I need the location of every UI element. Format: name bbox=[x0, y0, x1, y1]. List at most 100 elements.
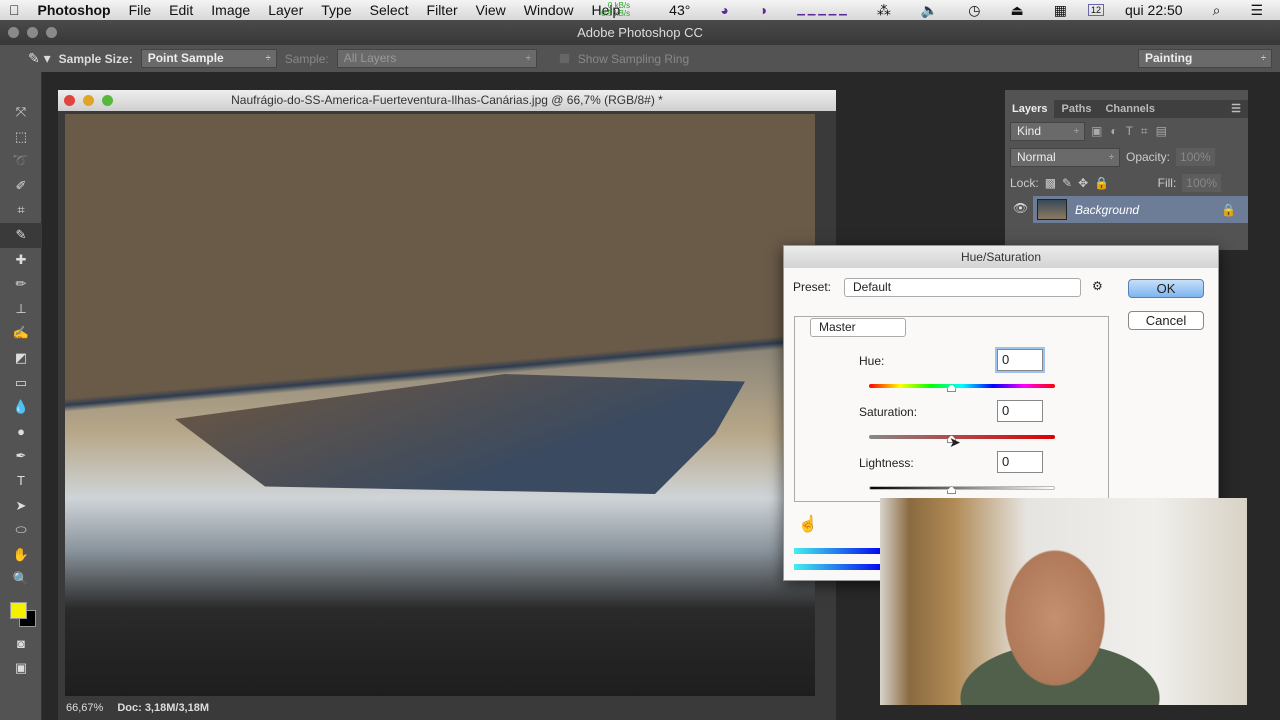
eyedropper-tool-icon[interactable]: ✎ bbox=[0, 222, 42, 248]
visibility-eye-icon[interactable]: 👁 bbox=[1013, 201, 1028, 215]
layer-filter-select[interactable]: Kind bbox=[1010, 121, 1085, 141]
zoom-level[interactable]: 66,67% bbox=[66, 696, 103, 720]
temperature: 43° bbox=[669, 2, 691, 18]
stamp-tool-icon[interactable]: ⊥ bbox=[0, 297, 42, 322]
sample-label: Sample: bbox=[284, 51, 329, 66]
app-title: Adobe Photoshop CC bbox=[577, 25, 703, 40]
document-title: Naufrágio-do-SS-America-Fuerteventura-Il… bbox=[231, 93, 663, 107]
volume-icon[interactable]: 🔈 bbox=[912, 2, 947, 19]
move-tool-icon[interactable]: ⤧ bbox=[0, 100, 42, 125]
dialog-title: Hue/Saturation bbox=[784, 246, 1218, 268]
layer-row-background[interactable]: Background 🔒 bbox=[1033, 196, 1248, 223]
preset-options-gear-icon[interactable]: ⚙ bbox=[1092, 279, 1103, 293]
eraser-tool-icon[interactable]: ◩ bbox=[0, 346, 42, 371]
lock-icons[interactable]: ▩✎✥🔒 bbox=[1045, 176, 1115, 190]
menu-filter[interactable]: Filter bbox=[418, 2, 467, 18]
type-tool-icon[interactable]: T bbox=[0, 469, 42, 494]
preset-label: Preset: bbox=[793, 280, 832, 294]
marquee-tool-icon[interactable]: ⬚ bbox=[0, 125, 42, 150]
path-select-tool-icon[interactable]: ➤ bbox=[0, 494, 42, 519]
document-zoom-button[interactable] bbox=[102, 95, 113, 106]
menu-edit[interactable]: Edit bbox=[160, 2, 202, 18]
eject-icon[interactable]: ⏏ bbox=[1002, 2, 1033, 19]
on-image-adjust-hand-icon[interactable]: ☝ bbox=[798, 514, 818, 534]
blend-mode-select[interactable]: Normal bbox=[1010, 147, 1120, 167]
eyedropper-tool-preset-icon[interactable]: ✎ ▾ bbox=[28, 50, 51, 67]
history-brush-tool-icon[interactable]: ✍ bbox=[0, 321, 42, 346]
blur-tool-icon[interactable]: 💧 bbox=[0, 395, 42, 420]
lightness-input[interactable]: 0 bbox=[997, 451, 1043, 473]
menu-file[interactable]: File bbox=[120, 2, 161, 18]
menu-window[interactable]: Window bbox=[515, 2, 583, 18]
lightness-slider-track[interactable] bbox=[869, 486, 1055, 490]
workspace-select[interactable]: Painting bbox=[1138, 49, 1272, 68]
menu-photoshop[interactable]: Photoshop bbox=[29, 2, 120, 18]
bluetooth-icon[interactable]: ⁂ bbox=[868, 2, 900, 19]
calendar-icon[interactable]: 12 bbox=[1087, 4, 1104, 16]
apple-menu[interactable]:  bbox=[0, 2, 29, 18]
hue-input[interactable]: 0 bbox=[997, 349, 1043, 371]
time-machine-icon[interactable]: ◷ bbox=[959, 2, 989, 19]
menu-view[interactable]: View bbox=[467, 2, 515, 18]
panel-menu-icon[interactable]: ☰ bbox=[1224, 100, 1248, 118]
tab-channels[interactable]: Channels bbox=[1098, 100, 1162, 118]
screen-mode-icon[interactable]: ▣ bbox=[0, 656, 42, 681]
pen-tool-icon[interactable]: ✒ bbox=[0, 444, 42, 469]
hand-tool-icon[interactable]: ✋ bbox=[0, 543, 42, 568]
net-down: 0.5 kB/s bbox=[601, 9, 631, 18]
lasso-tool-icon[interactable]: ➰ bbox=[0, 149, 42, 174]
preset-select[interactable]: Default bbox=[844, 278, 1081, 297]
lock-label: Lock: bbox=[1010, 176, 1039, 190]
opacity-field[interactable]: 100% bbox=[1176, 148, 1215, 166]
quick-select-tool-icon[interactable]: ✐ bbox=[0, 174, 42, 199]
sample-select[interactable]: All Layers bbox=[336, 49, 537, 68]
app-title-bar: Adobe Photoshop CC bbox=[0, 20, 1280, 45]
saturation-input[interactable]: 0 bbox=[997, 400, 1043, 422]
ok-button[interactable]: OK bbox=[1128, 279, 1204, 298]
doc-size[interactable]: Doc: 3,18M/3,18M bbox=[117, 696, 209, 720]
tools-panel: ⤧ ⬚ ➰ ✐ ⌗ ✎ ✚ ✏ ⊥ ✍ ◩ ▭ 💧 ● ✒ T ➤ ⬭ ✋ 🔍 … bbox=[0, 72, 42, 720]
crop-tool-icon[interactable]: ⌗ bbox=[0, 198, 42, 223]
menu-layer[interactable]: Layer bbox=[259, 2, 312, 18]
tab-layers[interactable]: Layers bbox=[1005, 100, 1055, 118]
fill-field[interactable]: 100% bbox=[1182, 174, 1221, 192]
foreground-color-swatch[interactable] bbox=[10, 601, 27, 619]
healing-tool-icon[interactable]: ✚ bbox=[0, 248, 42, 273]
menu-select[interactable]: Select bbox=[361, 2, 418, 18]
sampling-ring-checkbox[interactable] bbox=[558, 53, 570, 64]
input-source-flag-icon[interactable]: ▦ bbox=[1045, 2, 1076, 19]
gradient-tool-icon[interactable]: ▭ bbox=[0, 371, 42, 396]
document-close-button[interactable] bbox=[64, 95, 75, 106]
close-button[interactable] bbox=[8, 27, 19, 38]
sample-size-label: Sample Size: bbox=[58, 51, 133, 66]
zoom-button[interactable] bbox=[46, 27, 57, 38]
channel-select[interactable]: Master bbox=[810, 318, 906, 337]
brush-tool-icon[interactable]: ✏ bbox=[0, 272, 42, 297]
sample-size-select[interactable]: Point Sample bbox=[140, 49, 277, 68]
menu-image[interactable]: Image bbox=[202, 2, 259, 18]
document-title-bar: Naufrágio-do-SS-America-Fuerteventura-Il… bbox=[58, 90, 836, 111]
color-bar-bottom bbox=[794, 564, 884, 570]
hue-slider-track[interactable] bbox=[869, 384, 1055, 388]
sampling-ring-label: Show Sampling Ring bbox=[577, 51, 690, 66]
quick-mask-icon[interactable]: ◙ bbox=[0, 632, 42, 657]
document-status-bar: 66,67% Doc: 3,18M/3,18M bbox=[58, 696, 836, 720]
notification-center-icon[interactable]: ☰ bbox=[1241, 2, 1272, 19]
options-bar: ✎ ▾ Sample Size: Point Sample Sample: Al… bbox=[0, 45, 1280, 72]
dodge-tool-icon[interactable]: ● bbox=[0, 420, 42, 445]
fill-label: Fill: bbox=[1157, 176, 1177, 190]
shipwreck-image bbox=[175, 374, 745, 494]
minimize-button[interactable] bbox=[27, 27, 38, 38]
tab-paths[interactable]: Paths bbox=[1054, 100, 1098, 118]
clock[interactable]: qui 22:50 bbox=[1116, 2, 1192, 18]
document-canvas[interactable] bbox=[65, 114, 815, 696]
document-minimize-button[interactable] bbox=[83, 95, 94, 106]
cancel-button[interactable]: Cancel bbox=[1128, 311, 1204, 330]
filter-type-icons[interactable]: ▣◐T⌗▤ bbox=[1091, 124, 1175, 139]
disk-icon: ◕ bbox=[720, 2, 729, 18]
saturation-slider-track[interactable] bbox=[869, 435, 1055, 439]
zoom-tool-icon[interactable]: 🔍 bbox=[0, 567, 42, 592]
menu-type[interactable]: Type bbox=[312, 2, 360, 18]
spotlight-search-icon[interactable]: ⌕ bbox=[1204, 2, 1230, 19]
shape-tool-icon[interactable]: ⬭ bbox=[0, 518, 42, 543]
